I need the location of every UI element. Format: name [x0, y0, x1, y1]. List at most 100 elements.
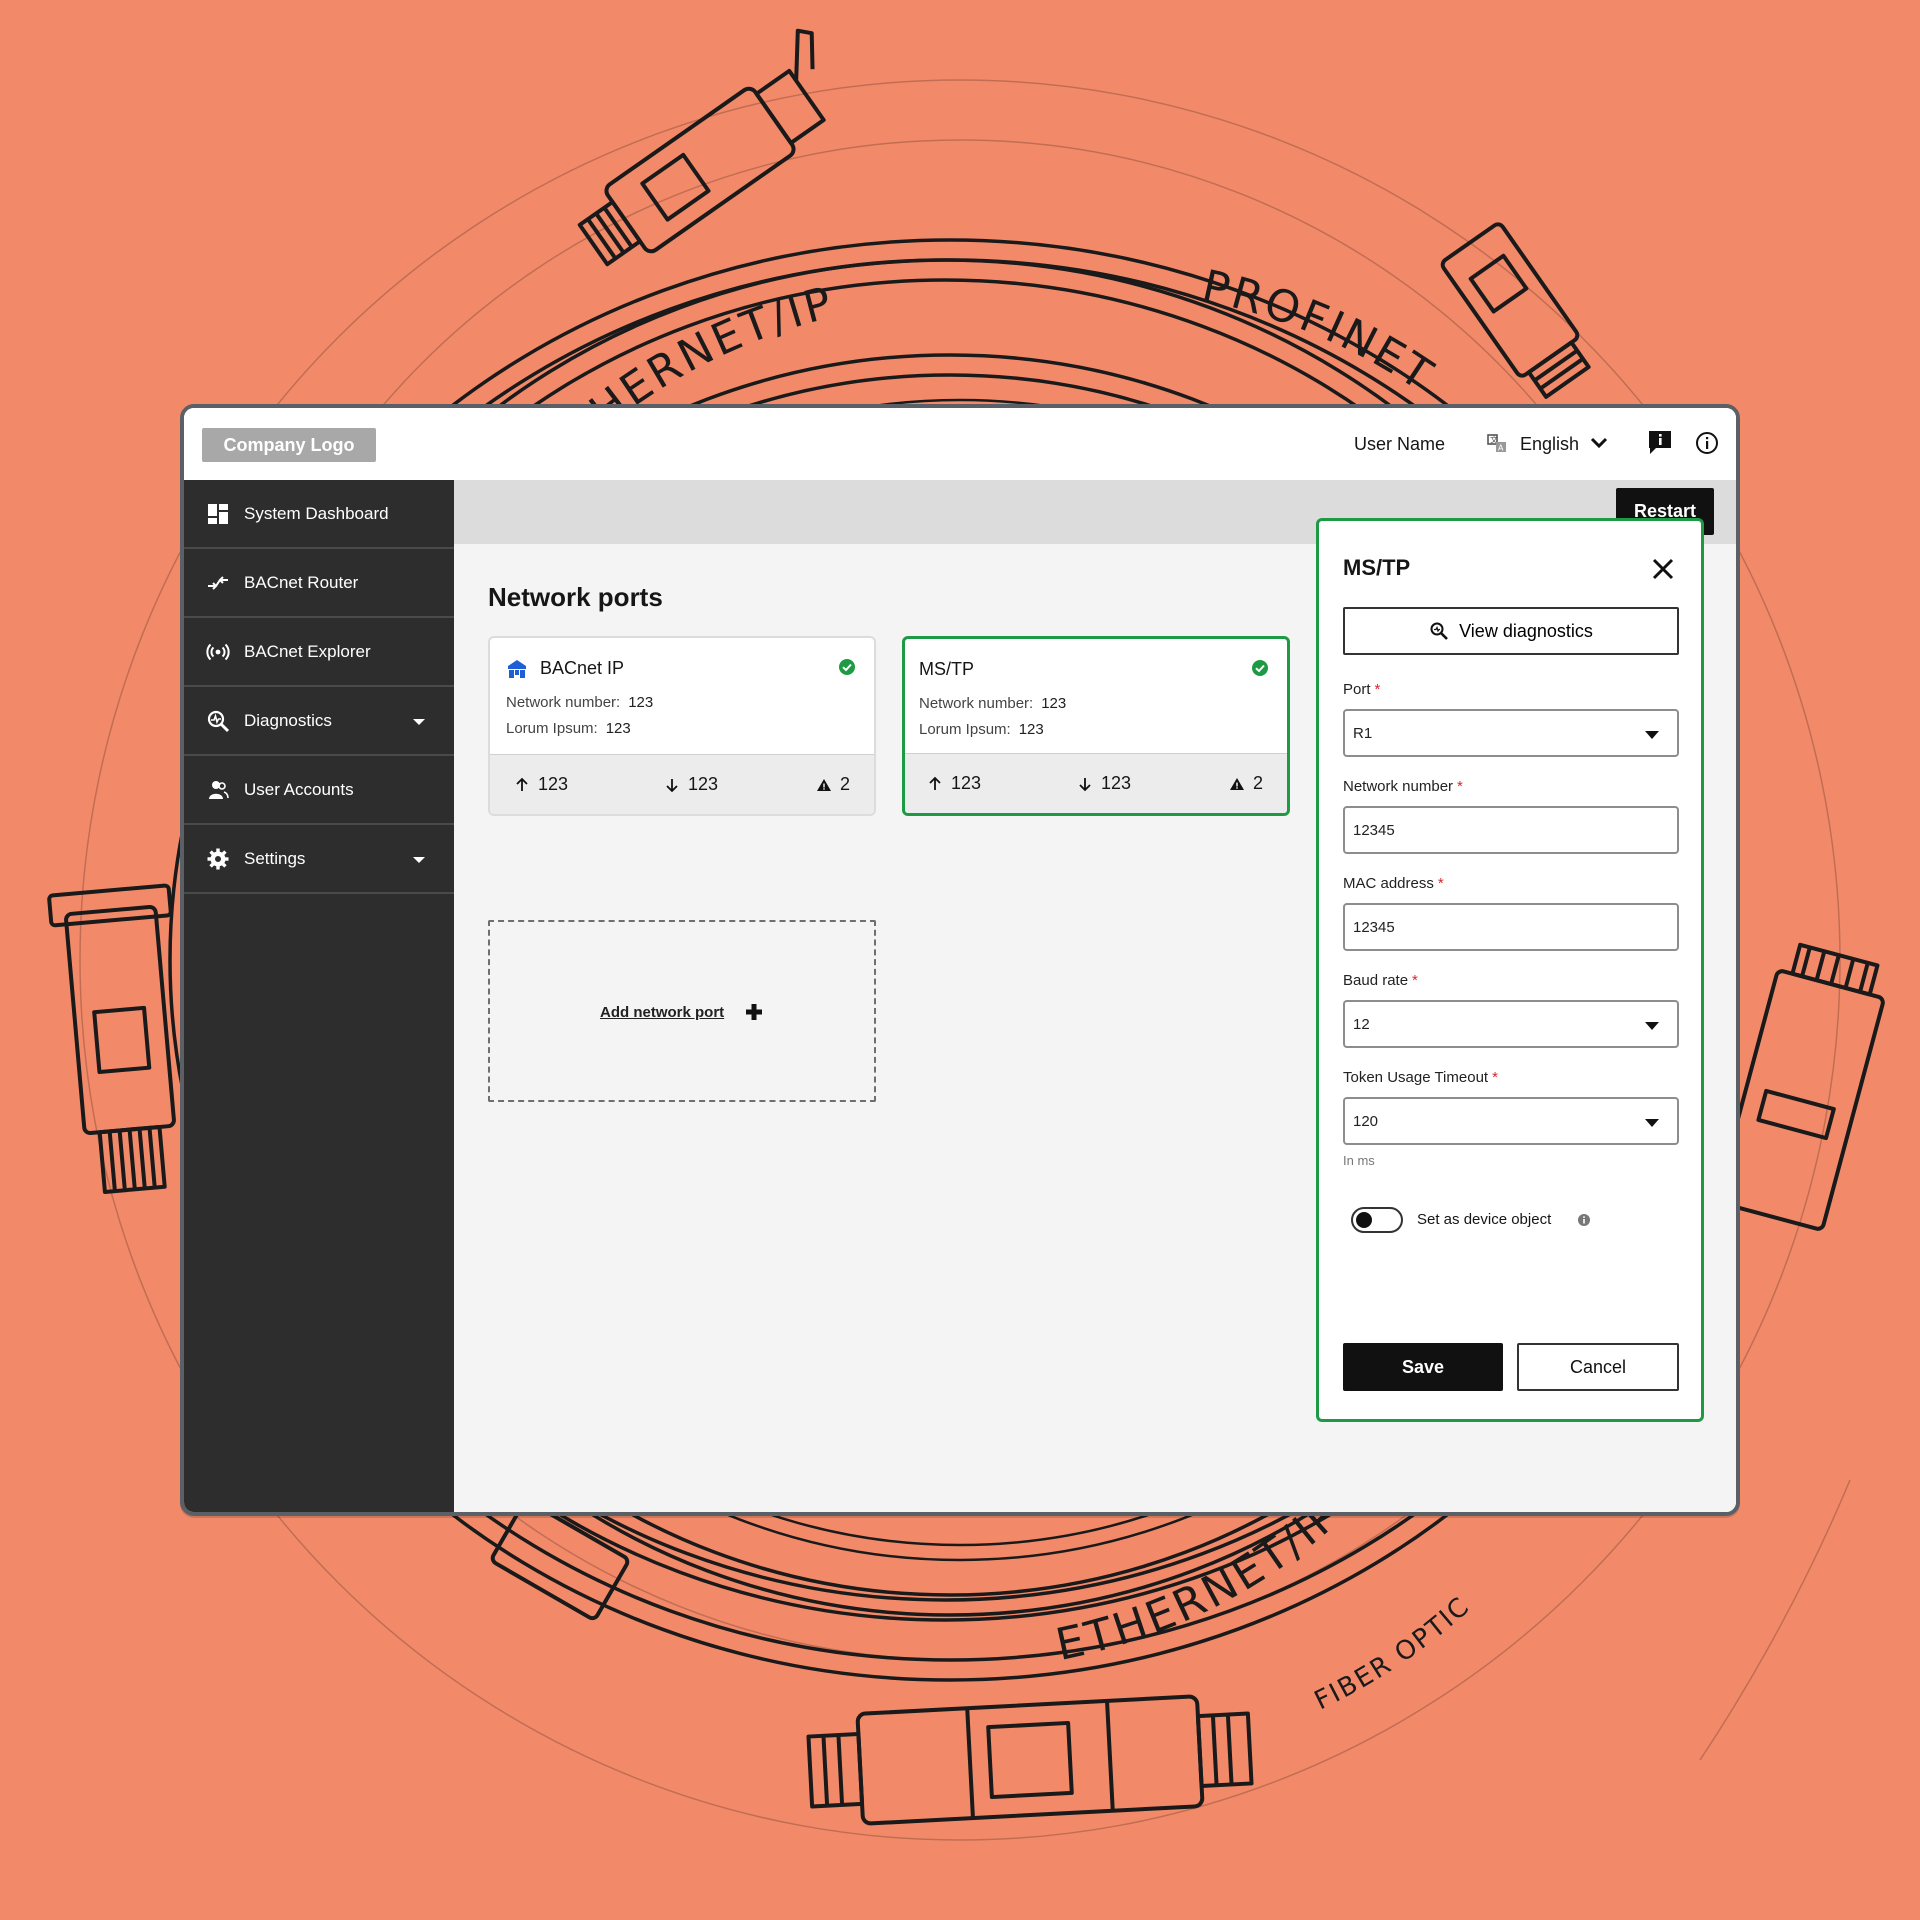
sidebar-item-bacnet-router[interactable]: BACnet Router: [184, 549, 454, 618]
check-circle-icon: [839, 659, 855, 675]
card-footer: 123 123 2: [490, 754, 874, 814]
stat-up: 123: [514, 774, 568, 795]
stat-up: 123: [927, 773, 981, 794]
stat-down-value: 123: [1101, 773, 1132, 793]
lorum-ipsum-value: 123: [605, 720, 631, 737]
caret-down-icon[interactable]: [410, 851, 428, 869]
stat-warnings-value: 2: [1253, 773, 1264, 793]
users-icon: [209, 781, 229, 799]
lorum-ipsum-label: Lorum Ipsum:: [506, 720, 598, 737]
bacnet-brand-icon: [508, 660, 526, 678]
plus-icon[interactable]: [744, 1002, 764, 1022]
diagnostics-icon: [207, 710, 230, 733]
network-number-value: 123: [628, 694, 654, 711]
mac-address-label: MAC address *: [1343, 875, 1444, 892]
sidebar-item-diagnostics[interactable]: Diagnostics: [184, 687, 454, 756]
stat-warnings-value: 2: [840, 774, 851, 794]
required-mark: *: [1457, 778, 1463, 795]
token-timeout-label-text: Token Usage Timeout: [1343, 1069, 1489, 1086]
card-lorum-ipsum: Lorum Ipsum: 123: [919, 721, 1044, 738]
port-card-bacnet-ip[interactable]: BACnet IP Network number: 123 Lorum Ipsum…: [488, 636, 876, 816]
network-number-value: 123: [1041, 695, 1067, 712]
network-number-input[interactable]: 12345: [1343, 806, 1679, 854]
sidebar-item-user-accounts[interactable]: User Accounts: [184, 756, 454, 825]
warning-icon: [817, 778, 831, 791]
port-select-value: R1: [1353, 724, 1373, 742]
add-network-port-link[interactable]: Add network port: [600, 1004, 724, 1021]
baud-rate-select[interactable]: 12: [1343, 1000, 1679, 1048]
panel-title: MS/TP: [1343, 555, 1411, 580]
port-card-ms-tp[interactable]: MS/TP Network number: 123 Lorum Ipsum: 123…: [902, 636, 1290, 816]
card-network-number: Network number: 123: [919, 695, 1066, 712]
caret-down-icon: [1645, 1119, 1659, 1127]
svg-text:A: A: [1498, 444, 1504, 453]
card-title: BACnet IP: [540, 658, 625, 678]
mac-address-label-text: MAC address: [1343, 875, 1434, 892]
close-icon[interactable]: [1649, 555, 1677, 583]
token-timeout-helper-text: In ms: [1343, 1153, 1375, 1168]
cable-label-fiber-optic: FIBER OPTIC: [1310, 1591, 1476, 1716]
mac-address-input[interactable]: 12345: [1343, 903, 1679, 951]
device-object-toggle[interactable]: [1351, 1207, 1403, 1233]
ms-tp-config-panel: MS/TP View diagnostics Port * R1 Network …: [1316, 518, 1704, 1422]
user-name[interactable]: User Name: [1354, 434, 1445, 455]
required-mark: *: [1437, 875, 1444, 892]
required-mark: *: [1374, 681, 1381, 698]
toggle-knob: [1356, 1212, 1372, 1228]
lorum-ipsum-label: Lorum Ipsum:: [919, 721, 1011, 738]
page-title: Network ports: [488, 582, 663, 612]
network-number-label: Network number:: [506, 694, 621, 711]
add-network-port-card[interactable]: Add network port: [488, 920, 876, 1102]
view-diagnostics-button[interactable]: View diagnostics: [1343, 607, 1679, 655]
baud-rate-label: Baud rate *: [1343, 972, 1418, 989]
chevron-down-icon[interactable]: [1588, 432, 1610, 454]
app-window: Company Logo User Name 文 A English Syste…: [180, 404, 1740, 1516]
stat-up-value: 123: [538, 774, 569, 794]
port-select[interactable]: R1: [1343, 709, 1679, 757]
arrow-down-icon: [666, 778, 678, 792]
network-number-label-text: Network number: [1343, 778, 1454, 795]
token-timeout-select[interactable]: 120: [1343, 1097, 1679, 1145]
port-label: Port *: [1343, 681, 1380, 698]
language-selector[interactable]: English: [1520, 434, 1579, 455]
sidebar-item-bacnet-explorer[interactable]: BACnet Explorer: [184, 618, 454, 687]
baud-rate-select-value: 12: [1353, 1015, 1370, 1033]
sidebar-item-label: User Accounts: [244, 780, 354, 799]
sidebar-item-settings[interactable]: Settings: [184, 825, 454, 894]
company-logo[interactable]: Company Logo: [202, 428, 376, 462]
dashboard-icon: [208, 504, 228, 524]
check-circle-icon: [1252, 660, 1268, 676]
broadcast-icon: [206, 643, 230, 661]
view-diagnostics-label: View diagnostics: [1459, 620, 1593, 641]
sidebar: System Dashboard BACnet Router BACnet Ex…: [184, 480, 454, 1512]
stat-warnings: 2: [816, 774, 850, 795]
warning-icon: [1230, 777, 1244, 790]
arrow-up-icon: [929, 776, 941, 790]
stat-warnings: 2: [1229, 773, 1263, 794]
token-timeout-label: Token Usage Timeout *: [1343, 1069, 1498, 1086]
cancel-button[interactable]: Cancel: [1517, 1343, 1679, 1391]
card-title: MS/TP: [919, 659, 975, 679]
required-mark: *: [1492, 1069, 1498, 1086]
mac-address-input-value: 12345: [1353, 918, 1395, 936]
translate-icon[interactable]: 文 A: [1486, 432, 1508, 454]
sidebar-item-system-dashboard[interactable]: System Dashboard: [184, 480, 454, 549]
token-timeout-select-value: 120: [1353, 1112, 1379, 1130]
save-button[interactable]: Save: [1343, 1343, 1503, 1391]
stat-down: 123: [664, 774, 718, 795]
top-bar: Company Logo User Name 文 A English: [184, 408, 1736, 480]
info-icon[interactable]: [1577, 1213, 1591, 1227]
router-icon: [208, 576, 228, 590]
network-number-input-value: 12345: [1353, 821, 1395, 839]
port-label-text: Port: [1343, 681, 1371, 698]
info-icon[interactable]: [1694, 430, 1720, 456]
card-footer: 123 123 2: [905, 753, 1287, 813]
arrow-up-icon: [516, 777, 528, 791]
feedback-icon[interactable]: [1646, 428, 1674, 456]
stat-up-value: 123: [951, 773, 982, 793]
caret-down-icon[interactable]: [410, 713, 428, 731]
network-number-label: Network number:: [919, 695, 1034, 712]
sidebar-item-label: BACnet Router: [244, 573, 359, 592]
caret-down-icon: [1645, 731, 1659, 739]
caret-down-icon: [1645, 1022, 1659, 1030]
